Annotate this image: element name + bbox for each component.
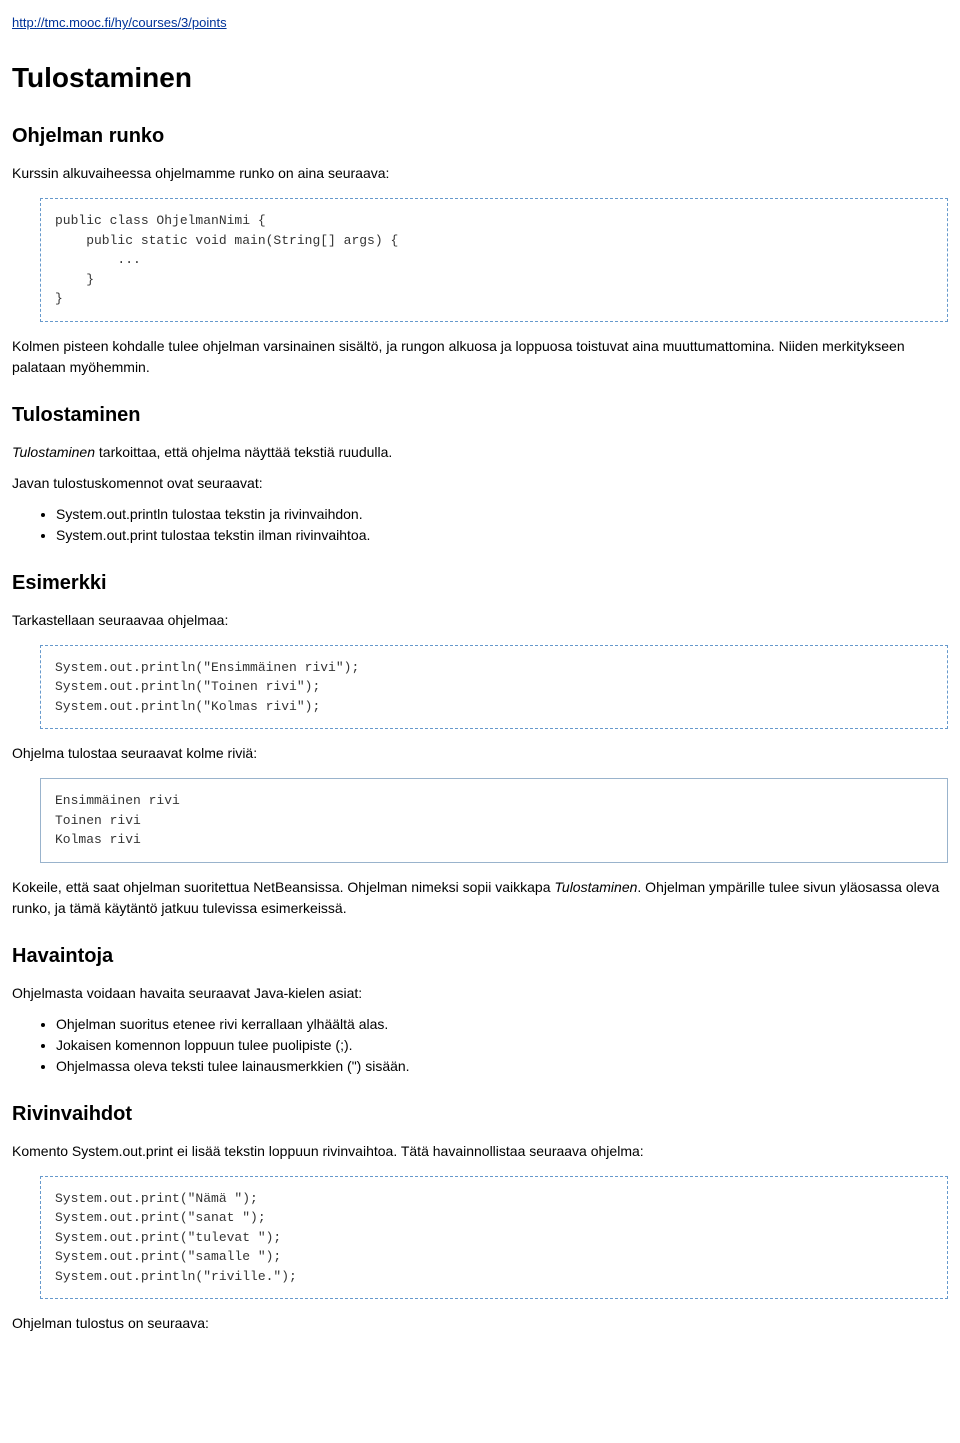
paragraph: Tulostaminen tarkoittaa, että ohjelma nä…: [12, 442, 948, 463]
section-heading-ohjelman-runko: Ohjelman runko: [12, 121, 948, 151]
list-item: System.out.println tulostaa tekstin ja r…: [56, 504, 948, 525]
paragraph: Kolmen pisteen kohdalle tulee ohjelman v…: [12, 336, 948, 378]
paragraph: Ohjelmasta voidaan havaita seuraavat Jav…: [12, 983, 948, 1004]
list-item: Ohjelmassa oleva teksti tulee lainausmer…: [56, 1056, 948, 1077]
paragraph: Ohjelman tulostus on seuraava:: [12, 1313, 948, 1334]
page-url-link[interactable]: http://tmc.mooc.fi/hy/courses/3/points: [12, 15, 227, 30]
paragraph: Javan tulostuskomennot ovat seuraavat:: [12, 473, 948, 494]
list-item: Jokaisen komennon loppuun tulee puolipis…: [56, 1035, 948, 1056]
section-heading-tulostaminen: Tulostaminen: [12, 400, 948, 430]
bullet-list: System.out.println tulostaa tekstin ja r…: [12, 504, 948, 546]
list-item: System.out.print tulostaa tekstin ilman …: [56, 525, 948, 546]
section-heading-havaintoja: Havaintoja: [12, 941, 948, 971]
section-heading-rivinvaihdot: Rivinvaihdot: [12, 1099, 948, 1129]
text: tarkoittaa, että ohjelma näyttää tekstiä…: [95, 444, 392, 460]
paragraph: Kokeile, että saat ohjelman suoritettua …: [12, 877, 948, 919]
text: Kokeile, että saat ohjelman suoritettua …: [12, 879, 554, 895]
code-block: System.out.print("Nämä "); System.out.pr…: [40, 1176, 948, 1300]
list-item: Ohjelman suoritus etenee rivi kerrallaan…: [56, 1014, 948, 1035]
italic-text: Tulostaminen: [554, 879, 637, 895]
page-title: Tulostaminen: [12, 57, 948, 99]
code-block: public class OhjelmanNimi { public stati…: [40, 198, 948, 322]
italic-text: Tulostaminen: [12, 444, 95, 460]
paragraph: Kurssin alkuvaiheessa ohjelmamme runko o…: [12, 163, 948, 184]
paragraph: Ohjelma tulostaa seuraavat kolme riviä:: [12, 743, 948, 764]
section-heading-esimerkki: Esimerkki: [12, 568, 948, 598]
paragraph: Tarkastellaan seuraavaa ohjelmaa:: [12, 610, 948, 631]
output-block: Ensimmäinen rivi Toinen rivi Kolmas rivi: [40, 778, 948, 863]
code-block: System.out.println("Ensimmäinen rivi"); …: [40, 645, 948, 730]
bullet-list: Ohjelman suoritus etenee rivi kerrallaan…: [12, 1014, 948, 1077]
paragraph: Komento System.out.print ei lisää teksti…: [12, 1141, 948, 1162]
